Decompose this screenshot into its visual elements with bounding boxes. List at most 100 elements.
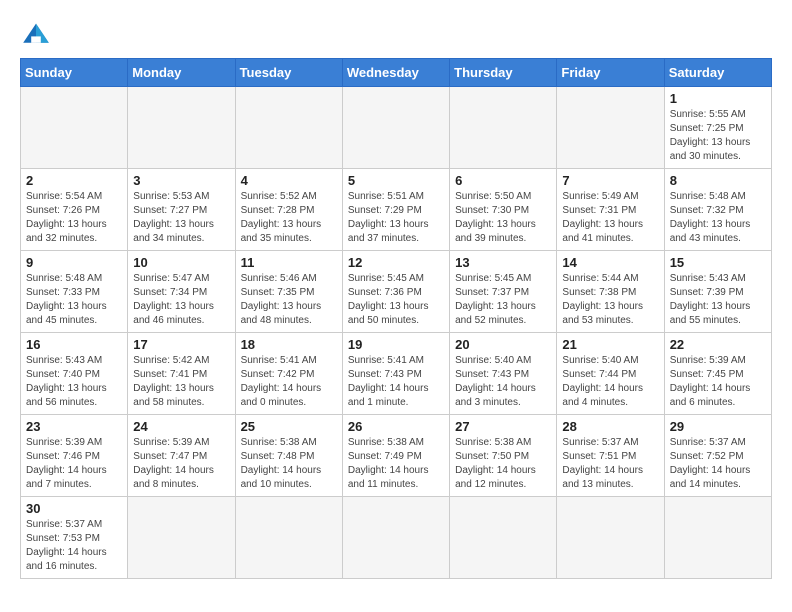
day-info: Sunrise: 5:38 AMSunset: 7:48 PMDaylight:… <box>241 436 337 492</box>
day-info: Sunrise: 5:38 AMSunset: 7:49 PMDaylight:… <box>348 436 444 492</box>
day-info: Sunrise: 5:47 AMSunset: 7:34 PMDaylight:… <box>133 272 229 328</box>
day-number: 25 <box>241 419 337 434</box>
page-header <box>20 20 772 48</box>
weekday-header-monday: Monday <box>128 59 235 87</box>
day-number: 24 <box>133 419 229 434</box>
day-info: Sunrise: 5:40 AMSunset: 7:43 PMDaylight:… <box>455 354 551 410</box>
calendar-cell: 17 Sunrise: 5:42 AMSunset: 7:41 PMDayligh… <box>128 333 235 415</box>
calendar-cell: 1 Sunrise: 5:55 AMSunset: 7:25 PMDaylight… <box>664 87 771 169</box>
weekday-header-tuesday: Tuesday <box>235 59 342 87</box>
day-number: 5 <box>348 173 444 188</box>
calendar-cell: 14 Sunrise: 5:44 AMSunset: 7:38 PMDayligh… <box>557 251 664 333</box>
day-number: 3 <box>133 173 229 188</box>
calendar-cell: 10 Sunrise: 5:47 AMSunset: 7:34 PMDayligh… <box>128 251 235 333</box>
calendar-cell <box>128 87 235 169</box>
day-number: 16 <box>26 337 122 352</box>
day-info: Sunrise: 5:39 AMSunset: 7:45 PMDaylight:… <box>670 354 766 410</box>
calendar-cell: 6 Sunrise: 5:50 AMSunset: 7:30 PMDaylight… <box>450 169 557 251</box>
calendar-week-2: 2 Sunrise: 5:54 AMSunset: 7:26 PMDaylight… <box>21 169 772 251</box>
day-number: 19 <box>348 337 444 352</box>
day-info: Sunrise: 5:55 AMSunset: 7:25 PMDaylight:… <box>670 108 766 164</box>
weekday-header-wednesday: Wednesday <box>342 59 449 87</box>
day-number: 6 <box>455 173 551 188</box>
calendar-cell <box>450 497 557 579</box>
calendar-cell: 29 Sunrise: 5:37 AMSunset: 7:52 PMDayligh… <box>664 415 771 497</box>
calendar-cell <box>664 497 771 579</box>
logo-icon <box>20 20 52 48</box>
calendar-cell <box>21 87 128 169</box>
day-number: 12 <box>348 255 444 270</box>
day-info: Sunrise: 5:37 AMSunset: 7:52 PMDaylight:… <box>670 436 766 492</box>
calendar-cell: 19 Sunrise: 5:41 AMSunset: 7:43 PMDayligh… <box>342 333 449 415</box>
day-number: 28 <box>562 419 658 434</box>
day-info: Sunrise: 5:43 AMSunset: 7:40 PMDaylight:… <box>26 354 122 410</box>
day-info: Sunrise: 5:39 AMSunset: 7:47 PMDaylight:… <box>133 436 229 492</box>
calendar-cell: 2 Sunrise: 5:54 AMSunset: 7:26 PMDaylight… <box>21 169 128 251</box>
calendar-cell: 11 Sunrise: 5:46 AMSunset: 7:35 PMDayligh… <box>235 251 342 333</box>
day-info: Sunrise: 5:53 AMSunset: 7:27 PMDaylight:… <box>133 190 229 246</box>
day-info: Sunrise: 5:42 AMSunset: 7:41 PMDaylight:… <box>133 354 229 410</box>
day-info: Sunrise: 5:45 AMSunset: 7:36 PMDaylight:… <box>348 272 444 328</box>
day-info: Sunrise: 5:46 AMSunset: 7:35 PMDaylight:… <box>241 272 337 328</box>
day-number: 20 <box>455 337 551 352</box>
calendar-cell <box>557 87 664 169</box>
day-info: Sunrise: 5:51 AMSunset: 7:29 PMDaylight:… <box>348 190 444 246</box>
calendar-cell: 7Sunrise: 5:49 AMSunset: 7:31 PMDaylight… <box>557 169 664 251</box>
day-info: Sunrise: 5:48 AMSunset: 7:32 PMDaylight:… <box>670 190 766 246</box>
calendar-cell: 15 Sunrise: 5:43 AMSunset: 7:39 PMDayligh… <box>664 251 771 333</box>
day-number: 10 <box>133 255 229 270</box>
calendar-header-row: SundayMondayTuesdayWednesdayThursdayFrid… <box>21 59 772 87</box>
day-number: 1 <box>670 91 766 106</box>
day-number: 15 <box>670 255 766 270</box>
calendar-table: SundayMondayTuesdayWednesdayThursdayFrid… <box>20 58 772 579</box>
calendar-cell: 9 Sunrise: 5:48 AMSunset: 7:33 PMDaylight… <box>21 251 128 333</box>
calendar-cell: 4Sunrise: 5:52 AMSunset: 7:28 PMDaylight… <box>235 169 342 251</box>
calendar-week-5: 23 Sunrise: 5:39 AMSunset: 7:46 PMDayligh… <box>21 415 772 497</box>
calendar-week-3: 9 Sunrise: 5:48 AMSunset: 7:33 PMDaylight… <box>21 251 772 333</box>
calendar-cell: 28 Sunrise: 5:37 AMSunset: 7:51 PMDayligh… <box>557 415 664 497</box>
calendar-week-6: 30Sunrise: 5:37 AMSunset: 7:53 PMDayligh… <box>21 497 772 579</box>
day-info: Sunrise: 5:40 AMSunset: 7:44 PMDaylight:… <box>562 354 658 410</box>
day-info: Sunrise: 5:37 AMSunset: 7:53 PMDaylight:… <box>26 518 122 574</box>
day-number: 21 <box>562 337 658 352</box>
day-info: Sunrise: 5:39 AMSunset: 7:46 PMDaylight:… <box>26 436 122 492</box>
calendar-cell: 23 Sunrise: 5:39 AMSunset: 7:46 PMDayligh… <box>21 415 128 497</box>
day-number: 18 <box>241 337 337 352</box>
calendar-cell: 20 Sunrise: 5:40 AMSunset: 7:43 PMDayligh… <box>450 333 557 415</box>
day-number: 17 <box>133 337 229 352</box>
calendar-cell: 12 Sunrise: 5:45 AMSunset: 7:36 PMDayligh… <box>342 251 449 333</box>
calendar-cell <box>342 87 449 169</box>
day-info: Sunrise: 5:37 AMSunset: 7:51 PMDaylight:… <box>562 436 658 492</box>
day-number: 26 <box>348 419 444 434</box>
calendar-cell: 21 Sunrise: 5:40 AMSunset: 7:44 PMDayligh… <box>557 333 664 415</box>
day-number: 11 <box>241 255 337 270</box>
calendar-cell: 27Sunrise: 5:38 AMSunset: 7:50 PMDayligh… <box>450 415 557 497</box>
day-info: Sunrise: 5:43 AMSunset: 7:39 PMDaylight:… <box>670 272 766 328</box>
day-number: 29 <box>670 419 766 434</box>
calendar-cell: 24 Sunrise: 5:39 AMSunset: 7:47 PMDayligh… <box>128 415 235 497</box>
calendar-cell <box>342 497 449 579</box>
day-info: Sunrise: 5:50 AMSunset: 7:30 PMDaylight:… <box>455 190 551 246</box>
day-number: 7 <box>562 173 658 188</box>
day-number: 22 <box>670 337 766 352</box>
day-number: 14 <box>562 255 658 270</box>
day-info: Sunrise: 5:45 AMSunset: 7:37 PMDaylight:… <box>455 272 551 328</box>
day-number: 2 <box>26 173 122 188</box>
day-info: Sunrise: 5:54 AMSunset: 7:26 PMDaylight:… <box>26 190 122 246</box>
day-number: 23 <box>26 419 122 434</box>
calendar-cell: 22 Sunrise: 5:39 AMSunset: 7:45 PMDayligh… <box>664 333 771 415</box>
weekday-header-friday: Friday <box>557 59 664 87</box>
day-info: Sunrise: 5:52 AMSunset: 7:28 PMDaylight:… <box>241 190 337 246</box>
logo <box>20 20 56 48</box>
day-info: Sunrise: 5:38 AMSunset: 7:50 PMDaylight:… <box>455 436 551 492</box>
day-number: 9 <box>26 255 122 270</box>
day-info: Sunrise: 5:48 AMSunset: 7:33 PMDaylight:… <box>26 272 122 328</box>
calendar-cell: 25 Sunrise: 5:38 AMSunset: 7:48 PMDayligh… <box>235 415 342 497</box>
calendar-cell <box>235 87 342 169</box>
calendar-cell: 26 Sunrise: 5:38 AMSunset: 7:49 PMDayligh… <box>342 415 449 497</box>
calendar-cell <box>557 497 664 579</box>
calendar-cell: 30Sunrise: 5:37 AMSunset: 7:53 PMDayligh… <box>21 497 128 579</box>
calendar-cell: 13Sunrise: 5:45 AMSunset: 7:37 PMDayligh… <box>450 251 557 333</box>
day-info: Sunrise: 5:44 AMSunset: 7:38 PMDaylight:… <box>562 272 658 328</box>
day-info: Sunrise: 5:41 AMSunset: 7:43 PMDaylight:… <box>348 354 444 410</box>
